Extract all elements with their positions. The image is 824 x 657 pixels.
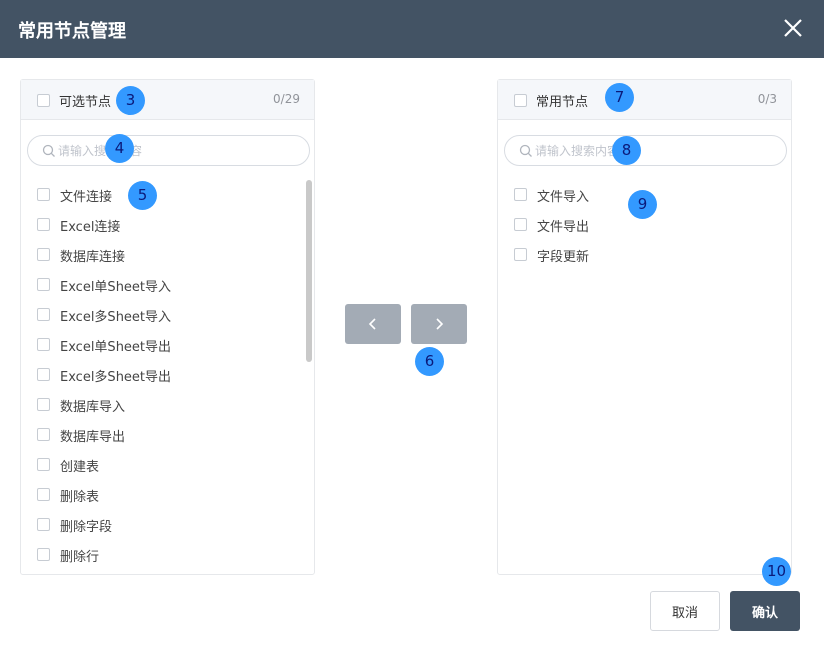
node-list: 文件连接 Excel连接 数据库连接 Excel单Sheet导入 Excel多S… xyxy=(21,180,306,570)
item-label: 删除表 xyxy=(60,490,100,505)
item-checkbox[interactable] xyxy=(514,248,527,261)
list-item[interactable]: Excel多Sheet导出 xyxy=(21,360,306,390)
item-checkbox[interactable] xyxy=(37,428,50,441)
panel-header: 常用节点 0/3 xyxy=(498,80,791,120)
annotation-marker: 6 xyxy=(415,347,444,376)
annotation-marker: 3 xyxy=(116,86,145,115)
annotation-marker: 7 xyxy=(605,83,634,112)
chevron-left-icon xyxy=(368,318,376,330)
dialog-header: 常用节点管理 xyxy=(0,0,824,58)
item-label: 创建表 xyxy=(60,460,100,475)
node-list: 文件导入 文件导出 字段更新 xyxy=(498,180,783,570)
item-label: 文件导出 xyxy=(537,220,590,235)
select-all-checkbox[interactable] xyxy=(514,94,527,107)
select-all-checkbox[interactable] xyxy=(37,94,50,107)
list-item[interactable]: Excel连接 xyxy=(21,210,306,240)
panel-title: 可选节点 xyxy=(59,95,112,110)
item-label: 数据库导出 xyxy=(60,430,126,445)
annotation-marker: 4 xyxy=(105,134,134,163)
item-label: 删除行 xyxy=(60,550,100,565)
item-label: Excel多Sheet导入 xyxy=(60,310,172,325)
search-input[interactable] xyxy=(535,141,775,161)
item-checkbox[interactable] xyxy=(37,518,50,531)
item-label: Excel多Sheet导出 xyxy=(60,370,172,385)
list-item[interactable]: 删除字段 xyxy=(21,510,306,540)
item-label: Excel单Sheet导出 xyxy=(60,340,172,355)
scrollbar-thumb[interactable] xyxy=(306,180,312,362)
item-checkbox[interactable] xyxy=(37,548,50,561)
annotation-marker: 5 xyxy=(128,181,157,210)
panel-title: 常用节点 xyxy=(536,95,589,110)
search-box xyxy=(27,135,310,166)
list-item[interactable]: 数据库导出 xyxy=(21,420,306,450)
item-label: Excel单Sheet导入 xyxy=(60,280,172,295)
item-checkbox[interactable] xyxy=(37,308,50,321)
close-icon[interactable] xyxy=(782,17,804,39)
item-label: Excel连接 xyxy=(60,220,121,235)
item-label: 数据库导入 xyxy=(60,400,126,415)
list-item[interactable]: 创建表 xyxy=(21,450,306,480)
move-right-button[interactable] xyxy=(411,304,467,344)
list-item[interactable]: 数据库连接 xyxy=(21,240,306,270)
common-nodes-panel: 常用节点 0/3 文件导入 文件导出 字段更新 xyxy=(497,79,792,575)
item-checkbox[interactable] xyxy=(37,278,50,291)
list-item[interactable]: Excel多Sheet导入 xyxy=(21,300,306,330)
annotation-marker: 10 xyxy=(762,557,791,586)
list-item[interactable]: 文件连接 xyxy=(21,180,306,210)
item-checkbox[interactable] xyxy=(37,458,50,471)
dialog-title: 常用节点管理 xyxy=(18,21,126,42)
list-item[interactable]: Excel单Sheet导入 xyxy=(21,270,306,300)
search-input[interactable] xyxy=(58,141,298,161)
list-item[interactable]: 数据库导入 xyxy=(21,390,306,420)
list-item[interactable]: 字段更新 xyxy=(498,240,783,270)
item-label: 字段更新 xyxy=(537,250,590,265)
item-checkbox[interactable] xyxy=(37,188,50,201)
item-checkbox[interactable] xyxy=(37,248,50,261)
cancel-button[interactable]: 取消 xyxy=(650,591,720,631)
item-checkbox[interactable] xyxy=(37,398,50,411)
item-label: 数据库连接 xyxy=(60,250,126,265)
item-checkbox[interactable] xyxy=(514,188,527,201)
selected-count: 0/29 xyxy=(273,92,300,106)
confirm-button[interactable]: 确认 xyxy=(730,591,800,631)
item-label: 文件导入 xyxy=(537,190,590,205)
move-left-button[interactable] xyxy=(345,304,401,344)
list-item[interactable]: 删除表 xyxy=(21,480,306,510)
list-item[interactable]: 删除行 xyxy=(21,540,306,570)
item-checkbox[interactable] xyxy=(37,218,50,231)
item-label: 文件连接 xyxy=(60,190,113,205)
item-checkbox[interactable] xyxy=(37,488,50,501)
item-label: 删除字段 xyxy=(60,520,113,535)
available-nodes-panel: 可选节点 0/29 文件连接 Excel连接 数据库连接 Excel单Sheet… xyxy=(20,79,315,575)
search-icon xyxy=(519,144,532,157)
annotation-marker: 8 xyxy=(612,136,641,165)
search-box xyxy=(504,135,787,166)
item-checkbox[interactable] xyxy=(37,338,50,351)
selected-count: 0/3 xyxy=(757,92,777,106)
annotation-marker: 9 xyxy=(628,190,657,219)
search-icon xyxy=(42,144,55,157)
chevron-right-icon xyxy=(436,318,444,330)
item-checkbox[interactable] xyxy=(514,218,527,231)
list-item[interactable]: Excel单Sheet导出 xyxy=(21,330,306,360)
item-checkbox[interactable] xyxy=(37,368,50,381)
panel-header: 可选节点 0/29 xyxy=(21,80,314,120)
